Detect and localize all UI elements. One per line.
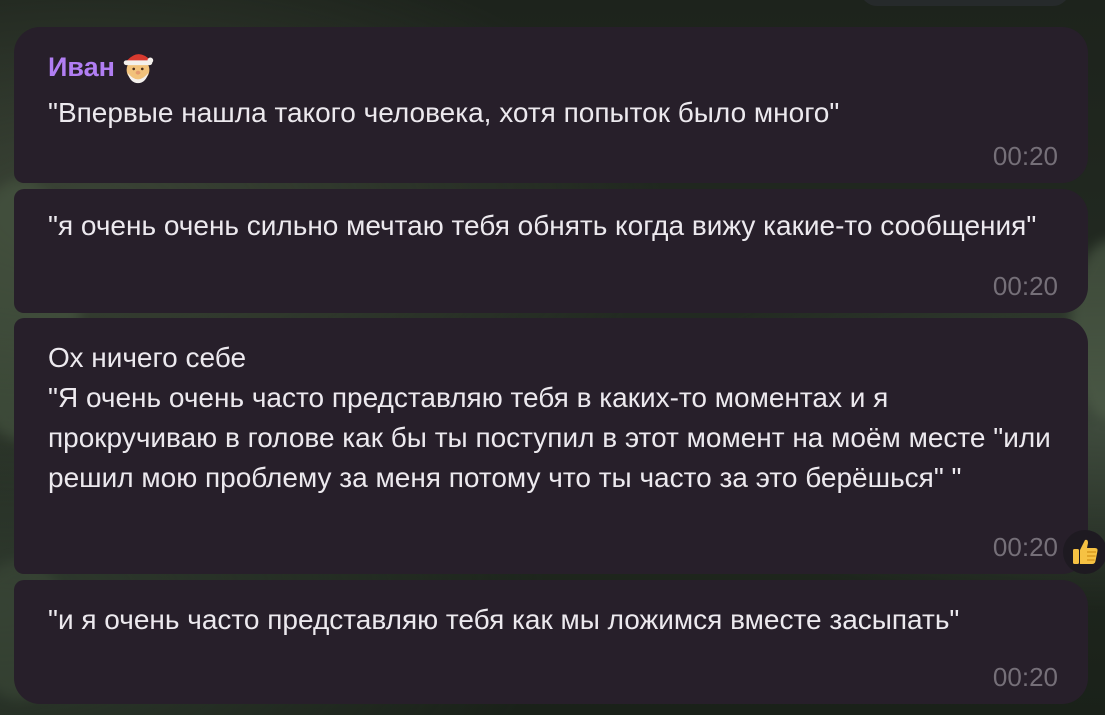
message-time: 00:20 [992,532,1058,562]
reaction-button[interactable] [1063,530,1105,574]
message-time: 00:20 [992,662,1058,692]
date-pill [860,0,1070,6]
message-text: "Впервые нашла такого человека, хотя поп… [48,97,840,128]
sender-header[interactable]: Иван [48,47,157,87]
message-time: 00:20 [992,141,1058,171]
thumbs-up-icon [1073,539,1098,564]
message-bubble[interactable]: Ох ничего себе "Я очень очень часто пред… [14,318,1088,574]
sender-name[interactable]: Иван [48,47,115,87]
santa-hat-emoji-icon [123,54,154,84]
message-bubble[interactable]: Иван "Впервые нашла такого человека, хот… [14,27,1088,183]
message-text: "и я очень часто представляю тебя как мы… [48,604,960,635]
message-bubble[interactable]: "и я очень часто представляю тебя как мы… [14,580,1088,704]
message-bubble[interactable]: "я очень очень сильно мечтаю тебя обнять… [14,189,1088,313]
message-time: 00:20 [992,271,1058,301]
chat-screen: { "chat": { "messages": [ { "sender": "И… [0,0,1105,715]
message-text: Ох ничего себе "Я очень очень часто пред… [48,342,1051,493]
message-text: "я очень очень сильно мечтаю тебя обнять… [48,210,1037,241]
